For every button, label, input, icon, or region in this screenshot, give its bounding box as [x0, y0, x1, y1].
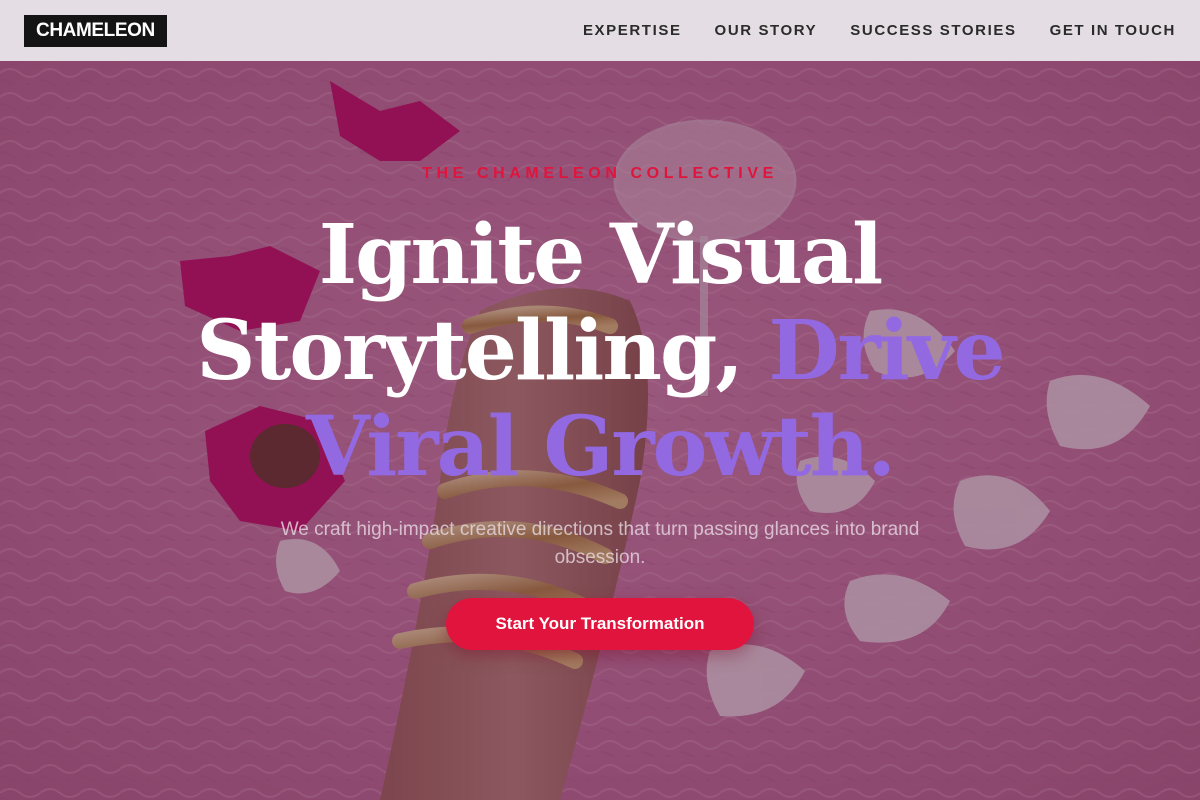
hero-eyebrow: THE CHAMELEON COLLECTIVE — [422, 165, 778, 182]
hero-content: THE CHAMELEON COLLECTIVE Ignite Visual S… — [0, 61, 1200, 800]
logo[interactable]: CHAMELEON — [24, 14, 167, 47]
hero-subtext: We craft high-impact creative directions… — [280, 519, 920, 568]
start-transformation-button[interactable]: Start Your Transformation — [446, 598, 754, 650]
hero-section: THE CHAMELEON COLLECTIVE Ignite Visual S… — [0, 61, 1200, 800]
nav-item-expertise[interactable]: EXPERTISE — [583, 22, 682, 39]
site-header: CHAMELEON EXPERTISE OUR STORY SUCCESS ST… — [0, 0, 1200, 61]
hero-headline: Ignite Visual Storytelling, Drive Viral … — [100, 207, 1100, 495]
nav-item-our-story[interactable]: OUR STORY — [715, 22, 818, 39]
nav-item-get-in-touch[interactable]: GET IN TOUCH — [1050, 22, 1176, 39]
nav-item-success-stories[interactable]: SUCCESS STORIES — [850, 22, 1016, 39]
page: CHAMELEON EXPERTISE OUR STORY SUCCESS ST… — [0, 0, 1200, 800]
main-nav: EXPERTISE OUR STORY SUCCESS STORIES GET … — [583, 22, 1176, 39]
